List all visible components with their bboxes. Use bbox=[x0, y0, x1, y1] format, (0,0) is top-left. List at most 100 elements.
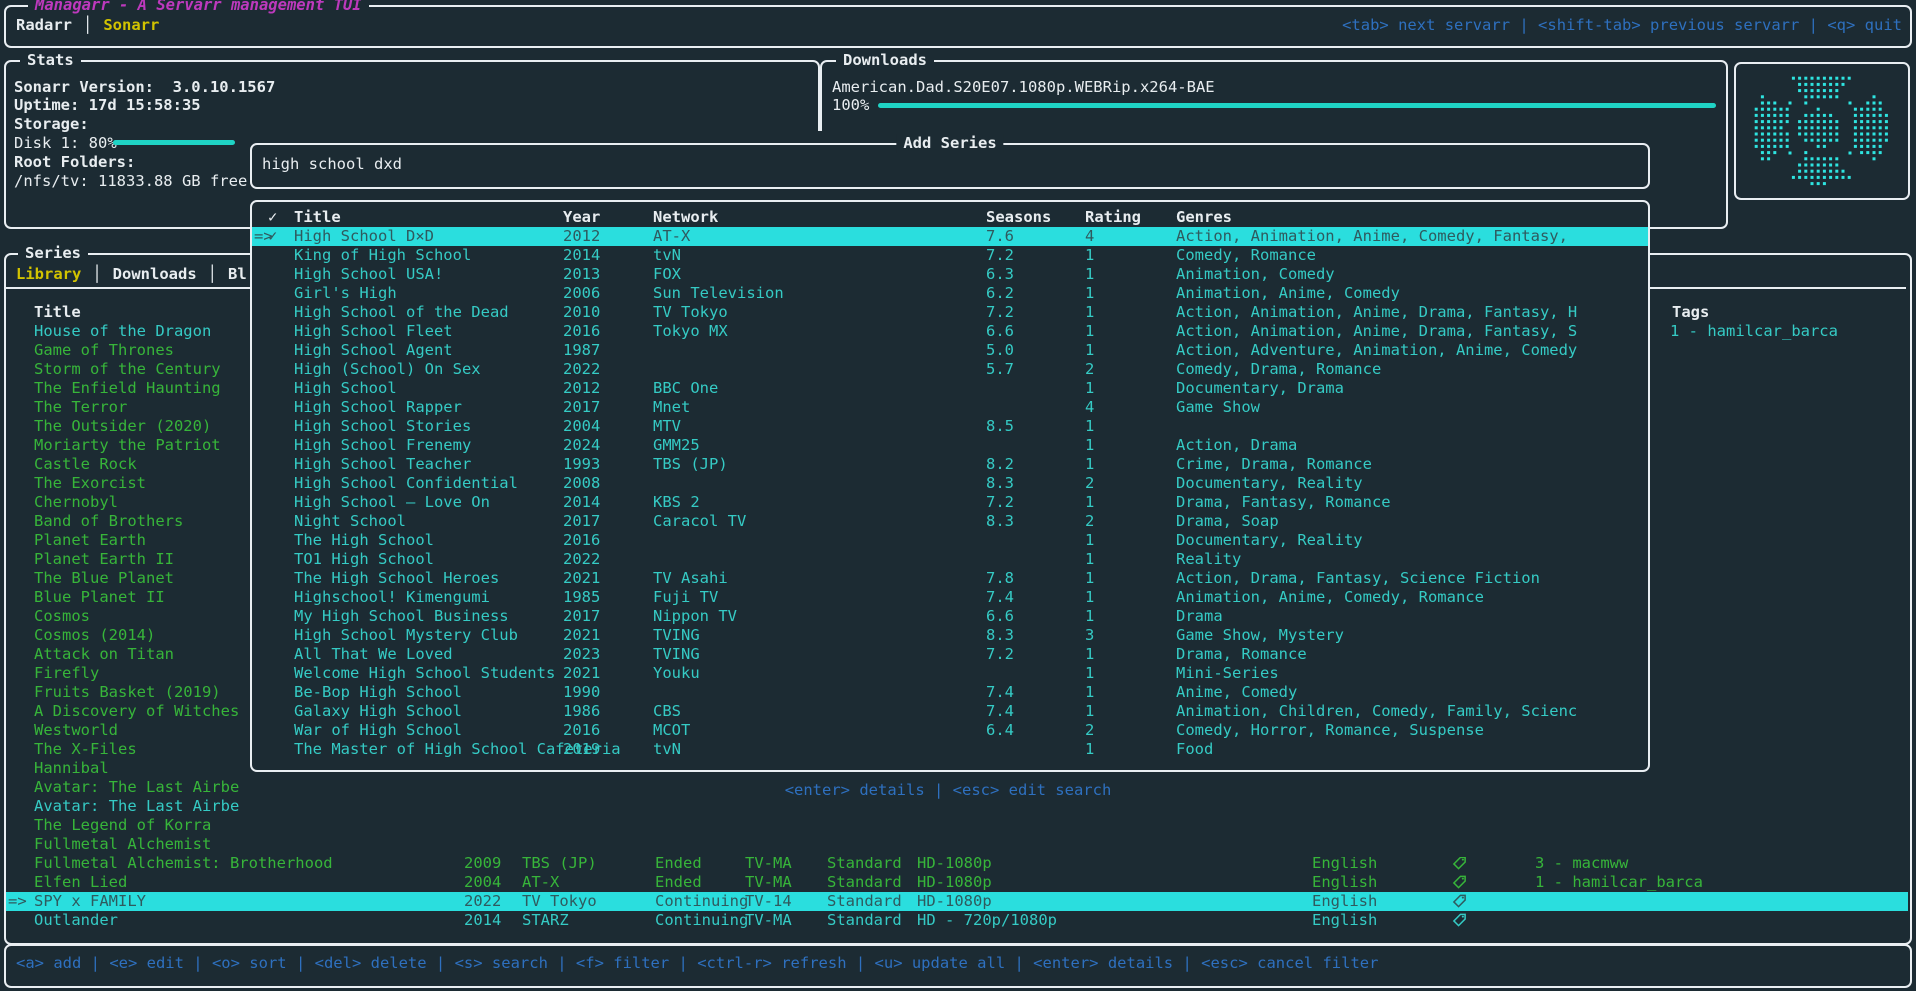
stats-disk-label: Disk 1: 80% bbox=[14, 134, 117, 153]
bottom-bar-box: <a> add | <e> edit | <o> sort | <del> de… bbox=[4, 944, 1912, 988]
series-row[interactable]: Westworld bbox=[34, 721, 118, 740]
series-row[interactable]: Band of Brothers bbox=[34, 512, 183, 531]
series-row[interactable]: House of the Dragon bbox=[34, 322, 211, 341]
result-row[interactable]: High School – Love On2014KBS 27.21Drama,… bbox=[252, 493, 1648, 512]
series-row[interactable]: Planet Earth II bbox=[34, 550, 174, 569]
stats-uptime: Uptime: 17d 15:58:35 bbox=[14, 96, 201, 115]
download-item-name: American.Dad.S20E07.1080p.WEBRip.x264-BA… bbox=[832, 78, 1215, 97]
series-tab-blocklist[interactable]: Bl bbox=[228, 265, 247, 284]
series-row[interactable]: Firefly bbox=[34, 664, 99, 683]
series-row[interactable]: The Legend of Korra bbox=[34, 816, 211, 835]
series-row[interactable]: Chernobyl bbox=[34, 493, 118, 512]
result-row[interactable]: All That We Loved2023TVING7.21Drama, Rom… bbox=[252, 645, 1648, 664]
result-row[interactable]: Night School2017Caracol TV8.32Drama, Soa… bbox=[252, 512, 1648, 531]
tab-sonarr[interactable]: Sonarr bbox=[103, 16, 159, 35]
result-row[interactable]: King of High School2014tvN7.21Comedy, Ro… bbox=[252, 246, 1648, 265]
download-progress-gauge bbox=[878, 103, 1716, 108]
add-series-search-box: Add Series bbox=[250, 143, 1650, 189]
add-series-popup: Add Series ✓ Title Year Network Seasons … bbox=[250, 131, 1650, 857]
series-row[interactable]: Elfen Lied2004AT-XEndedTV-MAStandardHD-1… bbox=[6, 873, 1908, 892]
result-row[interactable]: Welcome High School Students2021Youku1Mi… bbox=[252, 664, 1648, 683]
add-series-search-input[interactable] bbox=[260, 154, 1634, 174]
tabbar-box: Managarr - A Servarr management TUI Rada… bbox=[4, 5, 1912, 48]
monitored-tag-icon bbox=[1452, 912, 1467, 931]
result-row[interactable]: War of High School2016MCOT6.42Comedy, Ho… bbox=[252, 721, 1648, 740]
result-row[interactable]: High School Stories2004MTV8.51 bbox=[252, 417, 1648, 436]
result-row[interactable]: High (School) On Sex20225.72Comedy, Dram… bbox=[252, 360, 1648, 379]
series-row[interactable]: Avatar: The Last Airbe bbox=[34, 778, 239, 797]
series-row[interactable]: A Discovery of Witches bbox=[34, 702, 239, 721]
result-row[interactable]: High School2012BBC One1Documentary, Dram… bbox=[252, 379, 1648, 398]
result-row[interactable]: The High School Heroes2021TV Asahi7.81Ac… bbox=[252, 569, 1648, 588]
downloads-title: Downloads bbox=[836, 51, 934, 70]
logo-box bbox=[1734, 62, 1910, 200]
series-row[interactable]: Cosmos (2014) bbox=[34, 626, 155, 645]
library-title-header: Title bbox=[34, 303, 81, 322]
popup-keybinds: <enter> details | <esc> edit search bbox=[250, 781, 1646, 800]
app-title: Managarr - A Servarr management TUI bbox=[28, 0, 369, 15]
series-row[interactable]: Cosmos bbox=[34, 607, 90, 626]
first-row-tag: 1 - hamilcar_barca bbox=[1670, 322, 1838, 341]
series-row[interactable]: The Exorcist bbox=[34, 474, 146, 493]
series-row[interactable]: Storm of the Century bbox=[34, 360, 221, 379]
series-title: Series bbox=[18, 244, 88, 263]
stats-rootfolder-value: /nfs/tv: 11833.88 GB free bbox=[14, 172, 247, 191]
series-row[interactable]: Fullmetal Alchemist bbox=[34, 835, 211, 854]
series-row[interactable]: =>SPY x FAMILY2022TV TokyoContinuingTV-1… bbox=[6, 892, 1908, 911]
result-row[interactable]: High School of the Dead2010TV Tokyo7.21A… bbox=[252, 303, 1648, 322]
tab-separator: │ bbox=[208, 265, 217, 284]
bottom-keybinds: <a> add | <e> edit | <o> sort | <del> de… bbox=[16, 954, 1378, 973]
result-row[interactable]: The Master of High School Cafeteria2019t… bbox=[252, 740, 1648, 759]
series-tab-downloads[interactable]: Downloads bbox=[113, 265, 197, 284]
series-row[interactable]: Attack on Titan bbox=[34, 645, 174, 664]
result-row[interactable]: Highschool! Kimengumi1985Fuji TV7.41Anim… bbox=[252, 588, 1648, 607]
series-row[interactable]: Fruits Basket (2019) bbox=[34, 683, 221, 702]
series-row[interactable]: The Outsider (2020) bbox=[34, 417, 211, 436]
results-rows: =>✓High School D×D2012AT-X7.64Action, An… bbox=[252, 202, 1648, 770]
result-row[interactable]: My High School Business2017Nippon TV6.61… bbox=[252, 607, 1648, 626]
series-row[interactable]: Castle Rock bbox=[34, 455, 137, 474]
series-row[interactable]: The X-Files bbox=[34, 740, 137, 759]
series-row[interactable]: The Blue Planet bbox=[34, 569, 174, 588]
stats-title: Stats bbox=[20, 51, 81, 70]
stats-rootfolders-label: Root Folders: bbox=[14, 153, 135, 172]
tab-radarr[interactable]: Radarr bbox=[16, 16, 72, 35]
series-tab-library[interactable]: Library bbox=[16, 265, 81, 284]
result-row[interactable]: Galaxy High School1986CBS7.41Animation, … bbox=[252, 702, 1648, 721]
series-row[interactable]: Moriarty the Patriot bbox=[34, 436, 221, 455]
result-row[interactable]: =>✓High School D×D2012AT-X7.64Action, An… bbox=[252, 227, 1648, 246]
series-row[interactable]: Outlander2014STARZContinuingTV-MAStandar… bbox=[6, 911, 1908, 930]
disk-usage-gauge bbox=[113, 140, 235, 145]
result-row[interactable]: High School Confidential20088.32Document… bbox=[252, 474, 1648, 493]
tab-separator: │ bbox=[92, 265, 101, 284]
result-row[interactable]: High School USA!2013FOX6.31Animation, Co… bbox=[252, 265, 1648, 284]
result-row[interactable]: High School Teacher1993TBS (JP)8.21Crime… bbox=[252, 455, 1648, 474]
tab-separator: │ bbox=[83, 16, 92, 35]
series-row[interactable]: Avatar: The Last Airbe bbox=[34, 797, 239, 816]
result-row[interactable]: High School Mystery Club2021TVING8.33Gam… bbox=[252, 626, 1648, 645]
series-row[interactable]: Planet Earth bbox=[34, 531, 146, 550]
sonarr-logo bbox=[1736, 64, 1904, 194]
stats-version: Sonarr Version: 3.0.10.1567 bbox=[14, 78, 275, 97]
download-progress-label: 100% bbox=[832, 96, 869, 115]
result-row[interactable]: High School Rapper2017Mnet4Game Show bbox=[252, 398, 1648, 417]
series-row[interactable]: Hannibal bbox=[34, 759, 109, 778]
tags-header: Tags bbox=[1672, 303, 1709, 322]
result-row[interactable]: High School Agent19875.01Action, Adventu… bbox=[252, 341, 1648, 360]
add-series-popup-title: Add Series bbox=[896, 134, 1003, 153]
series-row[interactable]: The Terror bbox=[34, 398, 127, 417]
add-series-results-box: ✓ Title Year Network Seasons Rating Genr… bbox=[250, 200, 1650, 772]
series-row[interactable]: The Enfield Haunting bbox=[34, 379, 221, 398]
result-row[interactable]: Be-Bop High School19907.41Anime, Comedy bbox=[252, 683, 1648, 702]
result-row[interactable]: Girl's High2006Sun Television6.21Animati… bbox=[252, 284, 1648, 303]
series-row[interactable]: Game of Thrones bbox=[34, 341, 174, 360]
result-row[interactable]: The High School20161Documentary, Reality bbox=[252, 531, 1648, 550]
series-row[interactable]: Blue Planet II bbox=[34, 588, 165, 607]
result-row[interactable]: TO1 High School20221Reality bbox=[252, 550, 1648, 569]
monitored-tag-icon bbox=[1452, 893, 1467, 912]
result-row[interactable]: High School Frenemy2024GMM251Action, Dra… bbox=[252, 436, 1648, 455]
result-row[interactable]: High School Fleet2016Tokyo MX6.61Action,… bbox=[252, 322, 1648, 341]
monitored-tag-icon bbox=[1452, 874, 1467, 893]
monitored-tag-icon bbox=[1452, 855, 1467, 874]
top-keybinds: <tab> next servarr | <shift-tab> previou… bbox=[1342, 16, 1902, 35]
